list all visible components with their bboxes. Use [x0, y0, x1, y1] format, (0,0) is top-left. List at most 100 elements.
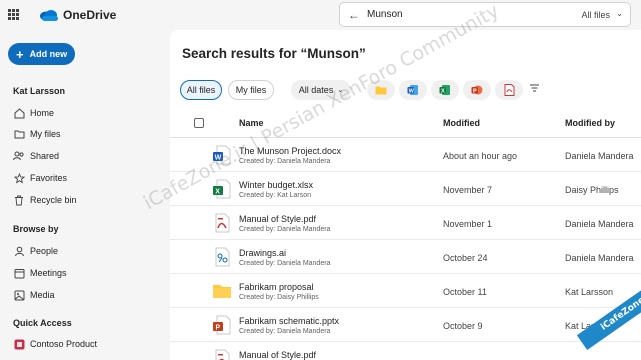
table-row[interactable]: Manual of Style.pdf Created by: Daniela … [170, 206, 641, 240]
filter-dates-label: All dates [298, 85, 334, 95]
word-icon: W [407, 85, 418, 95]
powerpoint-icon: P [471, 85, 483, 95]
svg-text:P: P [216, 324, 221, 331]
sidebar-item-label: Home [30, 108, 55, 118]
file-modified: October 9 [443, 321, 483, 331]
filter-my-files[interactable]: My files [228, 80, 274, 100]
file-modified-by: Daniela Mandera [565, 151, 634, 161]
add-new-label: Add new [29, 49, 68, 59]
svg-text:X: X [215, 188, 220, 195]
filter-excel[interactable]: X [431, 80, 459, 100]
folder-icon [213, 285, 231, 298]
file-modified: November 1 [443, 219, 493, 229]
file-modified: November 7 [443, 185, 493, 195]
table-row[interactable]: P Fabrikam schematic.pptx Created by: Da… [170, 308, 641, 342]
sidebar-item-people[interactable]: People [13, 243, 58, 259]
folder-icon [13, 128, 25, 140]
file-name[interactable]: Winter budget.xlsx [239, 180, 313, 190]
file-creator: Created by: Kat Larson [239, 192, 311, 199]
top-bar: OneDrive ← Munson All files ⌄ [0, 0, 641, 30]
svg-text:X: X [441, 88, 445, 94]
app-title[interactable]: OneDrive [63, 8, 116, 22]
file-modified: October 11 [443, 287, 487, 297]
file-modified-by: Kat Larsson [565, 287, 614, 297]
excel-icon: X [439, 85, 450, 95]
sidebar-item-recycle-bin[interactable]: Recycle bin [13, 192, 77, 208]
search-box[interactable]: ← Munson All files ⌄ [339, 2, 631, 27]
filter-word[interactable]: W [399, 80, 427, 100]
svg-text:P: P [473, 88, 477, 94]
quick-access-heading: Quick Access [13, 318, 72, 328]
file-modified-by: Daniela Mandera [565, 219, 634, 229]
browse-by-heading: Browse by [13, 224, 59, 234]
file-name[interactable]: Manual of Style.pdf [239, 350, 316, 360]
table-row[interactable]: Drawings.ai Created by: Daniela Mandera … [170, 240, 641, 274]
calendar-icon [13, 267, 25, 279]
filter-icon[interactable] [529, 83, 540, 93]
page-title: Search results for “Munson” [182, 46, 366, 61]
star-icon [13, 172, 25, 184]
sidebar-item-contoso-product[interactable]: Contoso Product [13, 336, 97, 352]
word-icon: W [213, 145, 231, 165]
sidebar-item-meetings[interactable]: Meetings [13, 265, 67, 281]
svg-text:W: W [409, 88, 415, 94]
excel-icon: X [213, 179, 231, 199]
trash-icon [13, 194, 25, 206]
file-name[interactable]: The Munson Project.docx [239, 146, 341, 156]
filter-folders[interactable] [367, 80, 395, 100]
plus-icon: + [16, 46, 24, 62]
drawing-icon [215, 247, 230, 267]
sidebar-item-label: People [30, 246, 59, 256]
file-name[interactable]: Manual of Style.pdf [239, 214, 316, 224]
column-modified[interactable]: Modified [443, 118, 480, 128]
onedrive-logo-icon [40, 10, 58, 21]
back-arrow-icon[interactable]: ← [348, 8, 360, 22]
file-modified-by: Daniela Mandera [565, 253, 634, 263]
filter-all-files[interactable]: All files [180, 80, 222, 100]
search-input[interactable]: Munson [367, 9, 403, 20]
table-row[interactable]: W The Munson Project.docx Created by: Da… [170, 138, 641, 172]
sidebar-item-media[interactable]: Media [13, 287, 55, 303]
pdf-icon [215, 349, 230, 360]
filter-dates-dropdown[interactable]: All dates ⌄ [291, 80, 351, 100]
pdf-icon [504, 84, 514, 96]
filter-pdf[interactable] [495, 80, 523, 100]
sidebar-item-label: My files [30, 129, 61, 139]
file-creator: Created by: Daniela Mandera [239, 226, 331, 233]
user-name: Kat Larsson [13, 86, 66, 96]
site-icon [13, 338, 25, 350]
file-modified: October 24 [443, 253, 488, 263]
table-row[interactable]: X Winter budget.xlsx Created by: Kat Lar… [170, 172, 641, 206]
sidebar: + Add new Kat Larsson Home My files Shar… [0, 30, 170, 360]
file-name[interactable]: Fabrikam schematic.pptx [239, 316, 339, 326]
file-name[interactable]: Drawings.ai [239, 248, 286, 258]
column-name[interactable]: Name [239, 118, 264, 128]
sidebar-item-favorites[interactable]: Favorites [13, 170, 67, 186]
people-icon [13, 150, 25, 162]
image-icon [13, 289, 25, 301]
file-name[interactable]: Fabrikam proposal [239, 282, 314, 292]
select-all-checkbox[interactable] [194, 118, 204, 128]
folder-icon [375, 86, 387, 95]
table-row[interactable]: Manual of Style.pdf [170, 342, 641, 360]
column-modified-by[interactable]: Modified by [565, 118, 615, 128]
add-new-button[interactable]: + Add new [8, 43, 75, 65]
filter-powerpoint[interactable]: P [463, 80, 491, 100]
sidebar-item-label: Recycle bin [30, 195, 77, 205]
app-launcher-icon[interactable] [8, 9, 19, 20]
table-row[interactable]: Fabrikam proposal Created by: Daisy Phil… [170, 274, 641, 308]
sidebar-item-home[interactable]: Home [13, 105, 54, 121]
sidebar-item-label: Media [30, 290, 55, 300]
file-creator: Created by: Daniela Mandera [239, 260, 331, 267]
search-scope-dropdown[interactable]: All files [581, 10, 610, 20]
svg-text:W: W [215, 154, 222, 161]
file-creator: Created by: Daisy Phillips [239, 294, 319, 301]
sidebar-item-my-files[interactable]: My files [13, 126, 61, 142]
person-icon [13, 245, 25, 257]
chevron-down-icon[interactable]: ⌄ [616, 9, 623, 18]
file-modified: About an hour ago [443, 151, 518, 161]
file-creator: Created by: Daniela Mandera [239, 328, 331, 335]
file-creator: Created by: Daniela Mandera [239, 158, 331, 165]
sidebar-item-shared[interactable]: Shared [13, 148, 59, 164]
table-header: Name Modified Modified by [170, 109, 641, 138]
